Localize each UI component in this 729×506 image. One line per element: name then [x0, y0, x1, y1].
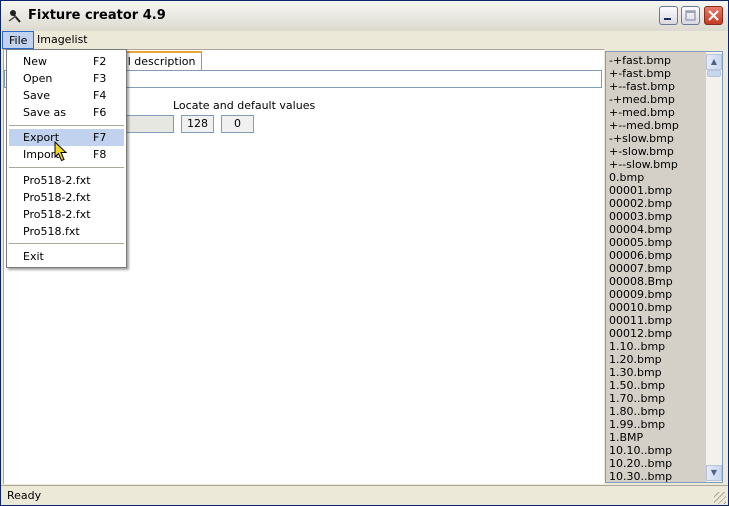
scroll-thumb[interactable]: [707, 70, 721, 77]
menu-item-recent-1[interactable]: Pro518-2.fxt: [9, 172, 124, 189]
menu-separator: [9, 243, 124, 244]
menu-file[interactable]: File: [2, 31, 35, 49]
maximize-button[interactable]: [681, 6, 700, 25]
list-item[interactable]: 1.30.bmp: [609, 366, 707, 379]
list-item[interactable]: 00004.bmp: [609, 223, 707, 236]
main-window: Fixture creator 4.9 File Imagelist al de…: [0, 0, 729, 506]
status-text: Ready: [7, 489, 42, 502]
list-item[interactable]: 10.10..bmp: [609, 444, 707, 457]
menu-item-recent-4[interactable]: Pro518.fxt: [9, 223, 124, 240]
list-item[interactable]: +-med.bmp: [609, 106, 707, 119]
menu-imagelist[interactable]: Imagelist: [31, 31, 94, 49]
list-item[interactable]: +-fast.bmp: [609, 67, 707, 80]
list-item[interactable]: 1.70..bmp: [609, 392, 707, 405]
list-item[interactable]: 00003.bmp: [609, 210, 707, 223]
list-item[interactable]: +-slow.bmp: [609, 145, 707, 158]
locate-value-field[interactable]: 128: [181, 115, 214, 133]
menu-item-exit[interactable]: Exit: [9, 248, 124, 265]
menu-item-open[interactable]: Open F3: [9, 70, 124, 87]
list-item[interactable]: +--slow.bmp: [609, 158, 707, 171]
resize-grip[interactable]: [714, 492, 726, 504]
list-item[interactable]: 1.10..bmp: [609, 340, 707, 353]
list-item[interactable]: 00002.bmp: [609, 197, 707, 210]
list-item[interactable]: 1.80..bmp: [609, 405, 707, 418]
list-item[interactable]: 1.20.bmp: [609, 353, 707, 366]
maximize-icon: [685, 10, 696, 21]
menu-item-save-as[interactable]: Save as F6: [9, 104, 124, 121]
menu-item-save[interactable]: Save F4: [9, 87, 124, 104]
tab-description[interactable]: al description: [114, 51, 203, 70]
image-list-scrollbar[interactable]: ▲ ▼: [706, 52, 722, 482]
menu-separator: [9, 125, 124, 126]
image-list[interactable]: -+fast.bmp +-fast.bmp +--fast.bmp -+med.bmp…: [605, 51, 723, 483]
menu-separator: [9, 167, 124, 168]
minimize-button[interactable]: [659, 6, 678, 25]
menu-item-new[interactable]: New F2: [9, 53, 124, 70]
scroll-down-button[interactable]: ▼: [706, 465, 722, 481]
close-button[interactable]: [704, 6, 723, 25]
list-item[interactable]: -+fast.bmp: [609, 54, 707, 67]
menu-item-recent-2[interactable]: Pro518-2.fxt: [9, 189, 124, 206]
list-item[interactable]: 00006.bmp: [609, 249, 707, 262]
list-item[interactable]: 00008.Bmp: [609, 275, 707, 288]
list-item[interactable]: 00007.bmp: [609, 262, 707, 275]
pointer-cursor-icon: [54, 141, 68, 162]
list-item[interactable]: 00001.bmp: [609, 184, 707, 197]
arrow-up-icon: ▲: [710, 57, 718, 66]
list-item[interactable]: 1.50..bmp: [609, 379, 707, 392]
close-icon: [708, 10, 719, 21]
list-item[interactable]: 1.BMP: [609, 431, 707, 444]
image-list-items: -+fast.bmp +-fast.bmp +--fast.bmp -+med.bmp…: [609, 54, 707, 482]
list-item[interactable]: 00011.bmp: [609, 314, 707, 327]
status-bar: Ready: [1, 485, 728, 505]
arrow-down-icon: ▼: [710, 468, 718, 477]
list-item[interactable]: 0.bmp: [609, 171, 707, 184]
scroll-up-button[interactable]: ▲: [706, 54, 722, 70]
list-item[interactable]: 10.20..bmp: [609, 457, 707, 470]
list-item[interactable]: 00005.bmp: [609, 236, 707, 249]
default-value-field[interactable]: 0: [221, 115, 254, 133]
locate-label: Locate and default values: [173, 99, 316, 112]
menu-item-recent-3[interactable]: Pro518-2.fxt: [9, 206, 124, 223]
list-item[interactable]: 00010.bmp: [609, 301, 707, 314]
list-item[interactable]: 00012.bmp: [609, 327, 707, 340]
menu-bar: File Imagelist: [1, 31, 728, 49]
list-item[interactable]: +--med.bmp: [609, 119, 707, 132]
list-item[interactable]: 10.30..bmp: [609, 470, 707, 482]
window-title: Fixture creator 4.9: [28, 8, 166, 23]
title-bar[interactable]: Fixture creator 4.9: [1, 1, 728, 32]
list-item[interactable]: -+slow.bmp: [609, 132, 707, 145]
list-item[interactable]: 1.99..bmp: [609, 418, 707, 431]
fixture-app-icon: [8, 10, 21, 23]
minimize-icon: [664, 18, 671, 20]
list-item[interactable]: +--fast.bmp: [609, 80, 707, 93]
list-item[interactable]: -+med.bmp: [609, 93, 707, 106]
list-item[interactable]: 00009.bmp: [609, 288, 707, 301]
